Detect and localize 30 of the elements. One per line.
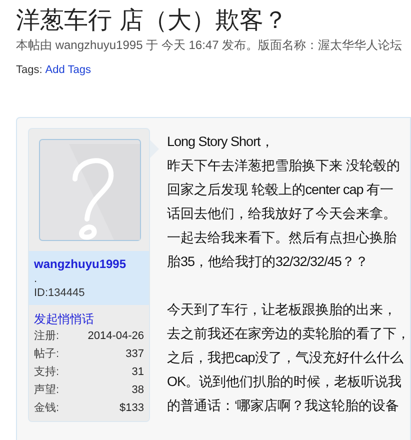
post-text-line: Long Story Short， <box>167 132 274 151</box>
stat-value: $133 <box>120 400 144 416</box>
stat-value: 2014-04-26 <box>88 328 144 344</box>
post-text-line: 一起去给我来看下。然后有点担心换胎 <box>167 228 396 246</box>
add-tags-link[interactable]: Add Tags <box>45 62 91 78</box>
stat-label: 帖子: <box>34 346 60 362</box>
avatar-placeholder-icon <box>39 138 141 240</box>
stat-label: 支持: <box>34 364 60 380</box>
post-text-line: 昨天下午去洋葱把雪胎换下来 没轮毂的 <box>167 156 400 174</box>
post-text-line: 话回去他们，给我放好了今天会来拿。 <box>167 204 396 222</box>
author-dot: . <box>34 272 38 284</box>
stat-value: 38 <box>132 382 144 398</box>
send-message-link[interactable]: 发起悄悄话 <box>34 310 144 326</box>
post-text-line: 回家之后发现 轮毂上的center cap 有一 <box>167 180 394 199</box>
stat-value: 337 <box>126 346 144 362</box>
stat-label: 注册: <box>34 328 60 344</box>
post-title: 洋葱车行 店（大）欺客？ <box>16 5 289 36</box>
stat-label: 金钱: <box>34 400 60 416</box>
stat-value: 31 <box>132 364 144 380</box>
author-id: ID:134445 <box>34 286 86 300</box>
post-text-line: 今天到了车行，让老板跟换胎的出来， <box>167 300 396 318</box>
author-name-link[interactable]: wangzhuyu1995 <box>34 254 144 272</box>
post-text-line: 胎35，他给我打的32/32/32/45？？ <box>167 252 368 270</box>
tags-label: Tags: <box>16 63 42 78</box>
stat-label: 声望: <box>34 382 60 398</box>
post-byline: 本帖由 wangzhuyu1995 于 今天 16:47 发布。版面名称：渥太华华人论坛 <box>16 37 402 54</box>
post-text-line: 之后，我把cap没了，气没充好什么什么 <box>167 348 404 367</box>
post-text-line: 去之前我还在家旁边的卖轮胎的看了下， <box>167 324 410 342</box>
post-text-line: OK。说到他们扒胎的时候，老板听说我 <box>167 372 402 390</box>
post-text-line: 的普通话：‘哪家店啊？我这轮胎的设备 <box>167 396 399 414</box>
